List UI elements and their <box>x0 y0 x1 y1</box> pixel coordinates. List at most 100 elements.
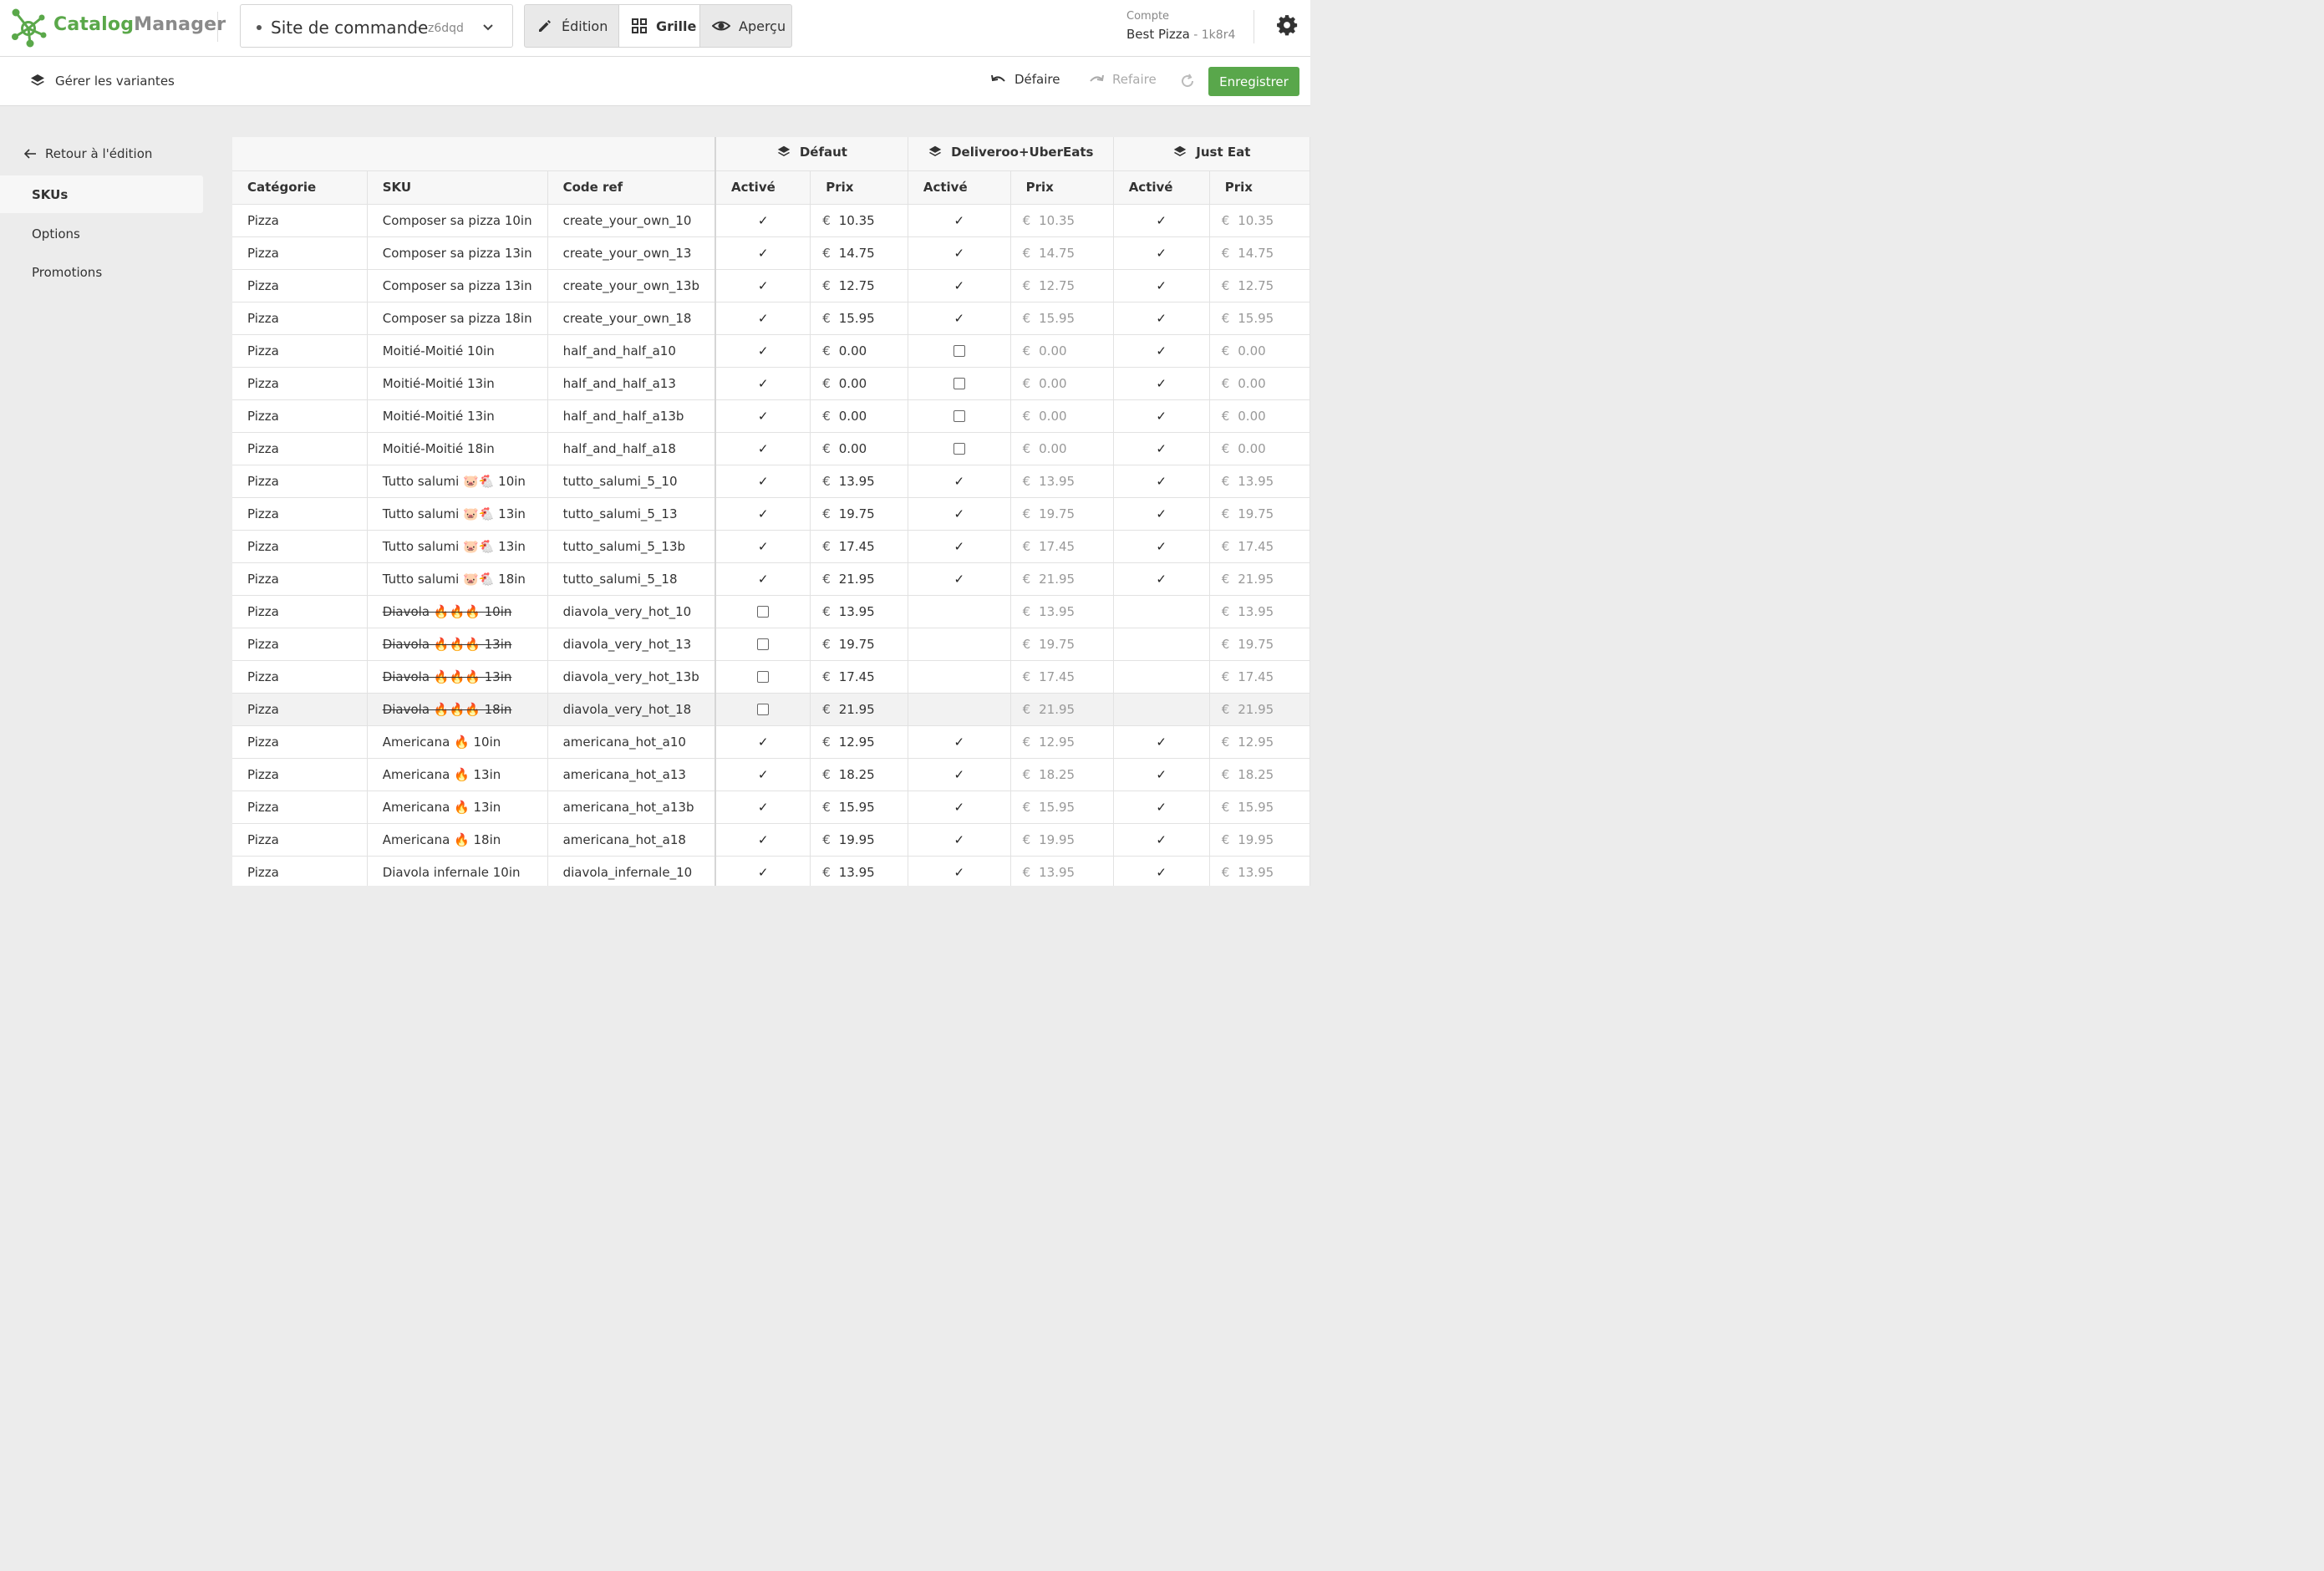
active-cell[interactable] <box>1113 595 1210 628</box>
active-cell[interactable]: ✓ <box>715 204 811 237</box>
table-row[interactable]: Pizza Tutto salumi 🐷🐔 13in tutto_salumi_5_… <box>232 497 1310 531</box>
active-cell[interactable]: ✓ <box>715 823 811 857</box>
sku-cell[interactable]: Americana 🔥 18in <box>367 823 548 857</box>
active-cell[interactable]: ✓ <box>1113 758 1210 791</box>
price-cell[interactable]: €0.00 <box>1209 334 1310 368</box>
category-cell[interactable]: Pizza <box>232 595 368 628</box>
sidebar-item-skus[interactable]: SKUs <box>0 175 203 213</box>
table-row[interactable]: Pizza Diavola 🔥🔥🔥 18in diavola_very_hot_18… <box>232 693 1310 726</box>
price-cell[interactable]: €17.45 <box>1010 530 1114 563</box>
active-cell[interactable]: ✓ <box>1113 562 1210 596</box>
active-cell[interactable]: ✓ <box>1113 269 1210 303</box>
active-cell[interactable]: ✓ <box>715 269 811 303</box>
price-cell[interactable]: €0.00 <box>1209 367 1310 400</box>
active-cell[interactable] <box>715 660 811 694</box>
table-row[interactable]: Pizza Moitié-Moitié 13in half_and_half_a13… <box>232 399 1310 433</box>
price-cell[interactable]: €15.95 <box>1010 791 1114 824</box>
category-cell[interactable]: Pizza <box>232 628 368 661</box>
table-row[interactable]: Pizza Americana 🔥 13in americana_hot_a13 ✓ €… <box>232 758 1310 791</box>
active-cell[interactable] <box>908 432 1011 465</box>
price-cell[interactable]: €17.45 <box>1010 660 1114 694</box>
price-cell[interactable]: €17.45 <box>810 530 908 563</box>
table-row[interactable]: Pizza Composer sa pizza 13in create_your_o… <box>232 236 1310 270</box>
sku-cell[interactable]: Moitié-Moitié 10in <box>367 334 548 368</box>
active-cell[interactable] <box>908 628 1011 661</box>
price-cell[interactable]: €19.75 <box>810 497 908 531</box>
preview-mode-button[interactable]: Aperçu <box>700 5 791 47</box>
active-cell[interactable] <box>1113 693 1210 726</box>
active-cell[interactable]: ✓ <box>1113 725 1210 759</box>
sku-cell[interactable]: Americana 🔥 10in <box>367 725 548 759</box>
table-row[interactable]: Pizza Diavola 🔥🔥🔥 10in diavola_very_hot_10… <box>232 595 1310 628</box>
price-cell[interactable]: €13.95 <box>1209 856 1310 886</box>
active-cell[interactable]: ✓ <box>715 497 811 531</box>
price-cell[interactable]: €12.75 <box>1209 269 1310 303</box>
price-cell[interactable]: €19.75 <box>1010 497 1114 531</box>
price-cell[interactable]: €13.95 <box>810 595 908 628</box>
price-cell[interactable]: €12.95 <box>1010 725 1114 759</box>
price-cell[interactable]: €13.95 <box>1209 595 1310 628</box>
sku-cell[interactable]: Composer sa pizza 18in <box>367 302 548 335</box>
code-ref-cell[interactable]: diavola_very_hot_10 <box>547 595 716 628</box>
sku-cell[interactable]: Americana 🔥 13in <box>367 791 548 824</box>
active-cell[interactable] <box>1113 628 1210 661</box>
active-cell[interactable]: ✓ <box>908 204 1011 237</box>
active-checkbox[interactable] <box>953 378 965 389</box>
active-cell[interactable]: ✓ <box>715 302 811 335</box>
sku-cell[interactable]: Moitié-Moitié 13in <box>367 367 548 400</box>
undo-button[interactable]: Défaire <box>990 72 1060 87</box>
code-ref-cell[interactable]: americana_hot_a13 <box>547 758 716 791</box>
code-ref-cell[interactable]: americana_hot_a10 <box>547 725 716 759</box>
price-cell[interactable]: €14.75 <box>1209 236 1310 270</box>
code-ref-cell[interactable]: diavola_infernale_10 <box>547 856 716 886</box>
column-header-active[interactable]: Activé <box>715 170 811 205</box>
active-cell[interactable]: ✓ <box>908 465 1011 498</box>
price-cell[interactable]: €15.95 <box>1010 302 1114 335</box>
price-cell[interactable]: €12.75 <box>1010 269 1114 303</box>
active-cell[interactable]: ✓ <box>715 791 811 824</box>
active-cell[interactable]: ✓ <box>908 725 1011 759</box>
price-cell[interactable]: €18.25 <box>810 758 908 791</box>
code-ref-cell[interactable]: create_your_own_13b <box>547 269 716 303</box>
active-cell[interactable]: ✓ <box>908 791 1011 824</box>
active-cell[interactable]: ✓ <box>908 823 1011 857</box>
category-cell[interactable]: Pizza <box>232 791 368 824</box>
price-cell[interactable]: €0.00 <box>1010 432 1114 465</box>
active-cell[interactable]: ✓ <box>715 562 811 596</box>
active-cell[interactable]: ✓ <box>908 562 1011 596</box>
table-row[interactable]: Pizza Tutto salumi 🐷🐔 10in tutto_salumi_5_… <box>232 465 1310 498</box>
price-cell[interactable]: €12.95 <box>1209 725 1310 759</box>
active-checkbox[interactable] <box>953 345 965 357</box>
sku-cell[interactable]: Moitié-Moitié 13in <box>367 399 548 433</box>
manage-variants-button[interactable]: Gérer les variantes <box>29 72 175 90</box>
price-cell[interactable]: €19.75 <box>1209 628 1310 661</box>
sku-cell[interactable]: Moitié-Moitié 18in <box>367 432 548 465</box>
active-cell[interactable]: ✓ <box>1113 791 1210 824</box>
price-cell[interactable]: €10.35 <box>1209 204 1310 237</box>
active-cell[interactable]: ✓ <box>1113 367 1210 400</box>
category-cell[interactable]: Pizza <box>232 497 368 531</box>
active-cell[interactable]: ✓ <box>715 856 811 886</box>
active-cell[interactable]: ✓ <box>1113 856 1210 886</box>
table-row[interactable]: Pizza Diavola 🔥🔥🔥 13in diavola_very_hot_13… <box>232 660 1310 694</box>
price-cell[interactable]: €19.95 <box>810 823 908 857</box>
category-cell[interactable]: Pizza <box>232 302 368 335</box>
redo-button[interactable]: Refaire <box>1088 72 1157 87</box>
price-cell[interactable]: €18.25 <box>1209 758 1310 791</box>
active-cell[interactable] <box>715 595 811 628</box>
code-ref-cell[interactable]: create_your_own_13 <box>547 236 716 270</box>
price-cell[interactable]: €21.95 <box>1209 562 1310 596</box>
column-header-active[interactable]: Activé <box>1113 170 1210 205</box>
table-row[interactable]: Pizza Americana 🔥 10in americana_hot_a10 ✓ €… <box>232 725 1310 759</box>
sku-cell[interactable]: Composer sa pizza 10in <box>367 204 548 237</box>
price-cell[interactable]: €14.75 <box>1010 236 1114 270</box>
active-cell[interactable]: ✓ <box>715 465 811 498</box>
column-header-active[interactable]: Activé <box>908 170 1011 205</box>
category-cell[interactable]: Pizza <box>232 236 368 270</box>
active-cell[interactable]: ✓ <box>715 530 811 563</box>
price-cell[interactable]: €10.35 <box>810 204 908 237</box>
code-ref-cell[interactable]: tutto_salumi_5_13 <box>547 497 716 531</box>
table-row[interactable]: Pizza Americana 🔥 13in americana_hot_a13b ✓… <box>232 791 1310 824</box>
price-cell[interactable]: €0.00 <box>1010 367 1114 400</box>
table-row[interactable]: Pizza Americana 🔥 18in americana_hot_a18 ✓ €… <box>232 823 1310 857</box>
